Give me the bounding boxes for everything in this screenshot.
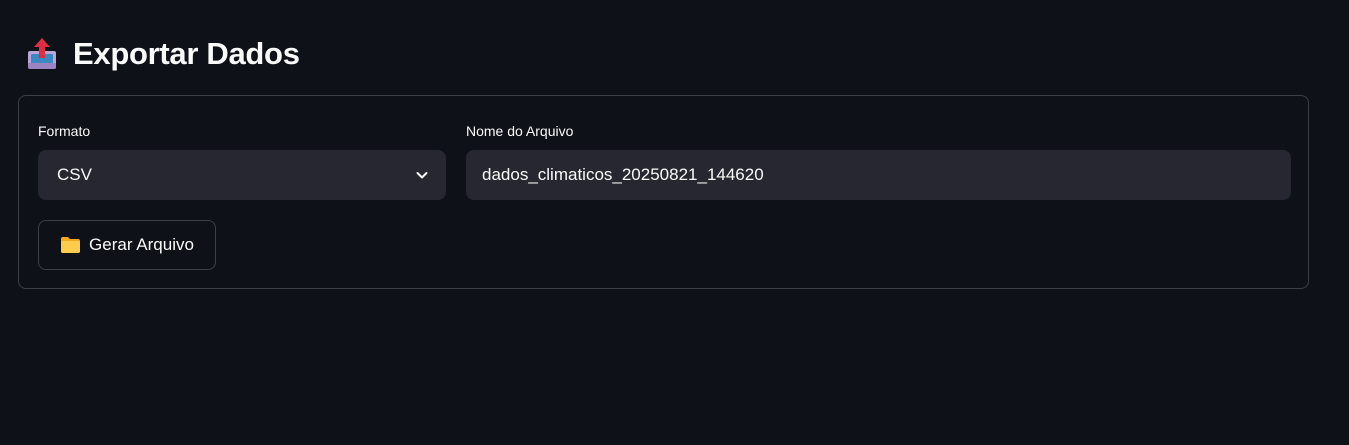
format-select-value: CSV	[57, 165, 92, 184]
chevron-down-icon	[414, 167, 430, 183]
outbox-tray-icon	[26, 36, 58, 72]
format-select[interactable]: CSV	[38, 150, 446, 200]
format-label: Formato	[38, 123, 91, 139]
page-title: Exportar Dados	[73, 36, 300, 71]
export-form: Formato CSV Nome do Arquivo Gerar Arquiv…	[18, 95, 1309, 289]
page-header: Exportar Dados	[26, 34, 300, 74]
generate-file-button-label: Gerar Arquivo	[89, 235, 194, 254]
filename-label: Nome do Arquivo	[466, 123, 574, 139]
filename-input[interactable]	[466, 150, 1291, 200]
folder-icon	[60, 236, 81, 254]
generate-file-button[interactable]: Gerar Arquivo	[38, 220, 216, 270]
